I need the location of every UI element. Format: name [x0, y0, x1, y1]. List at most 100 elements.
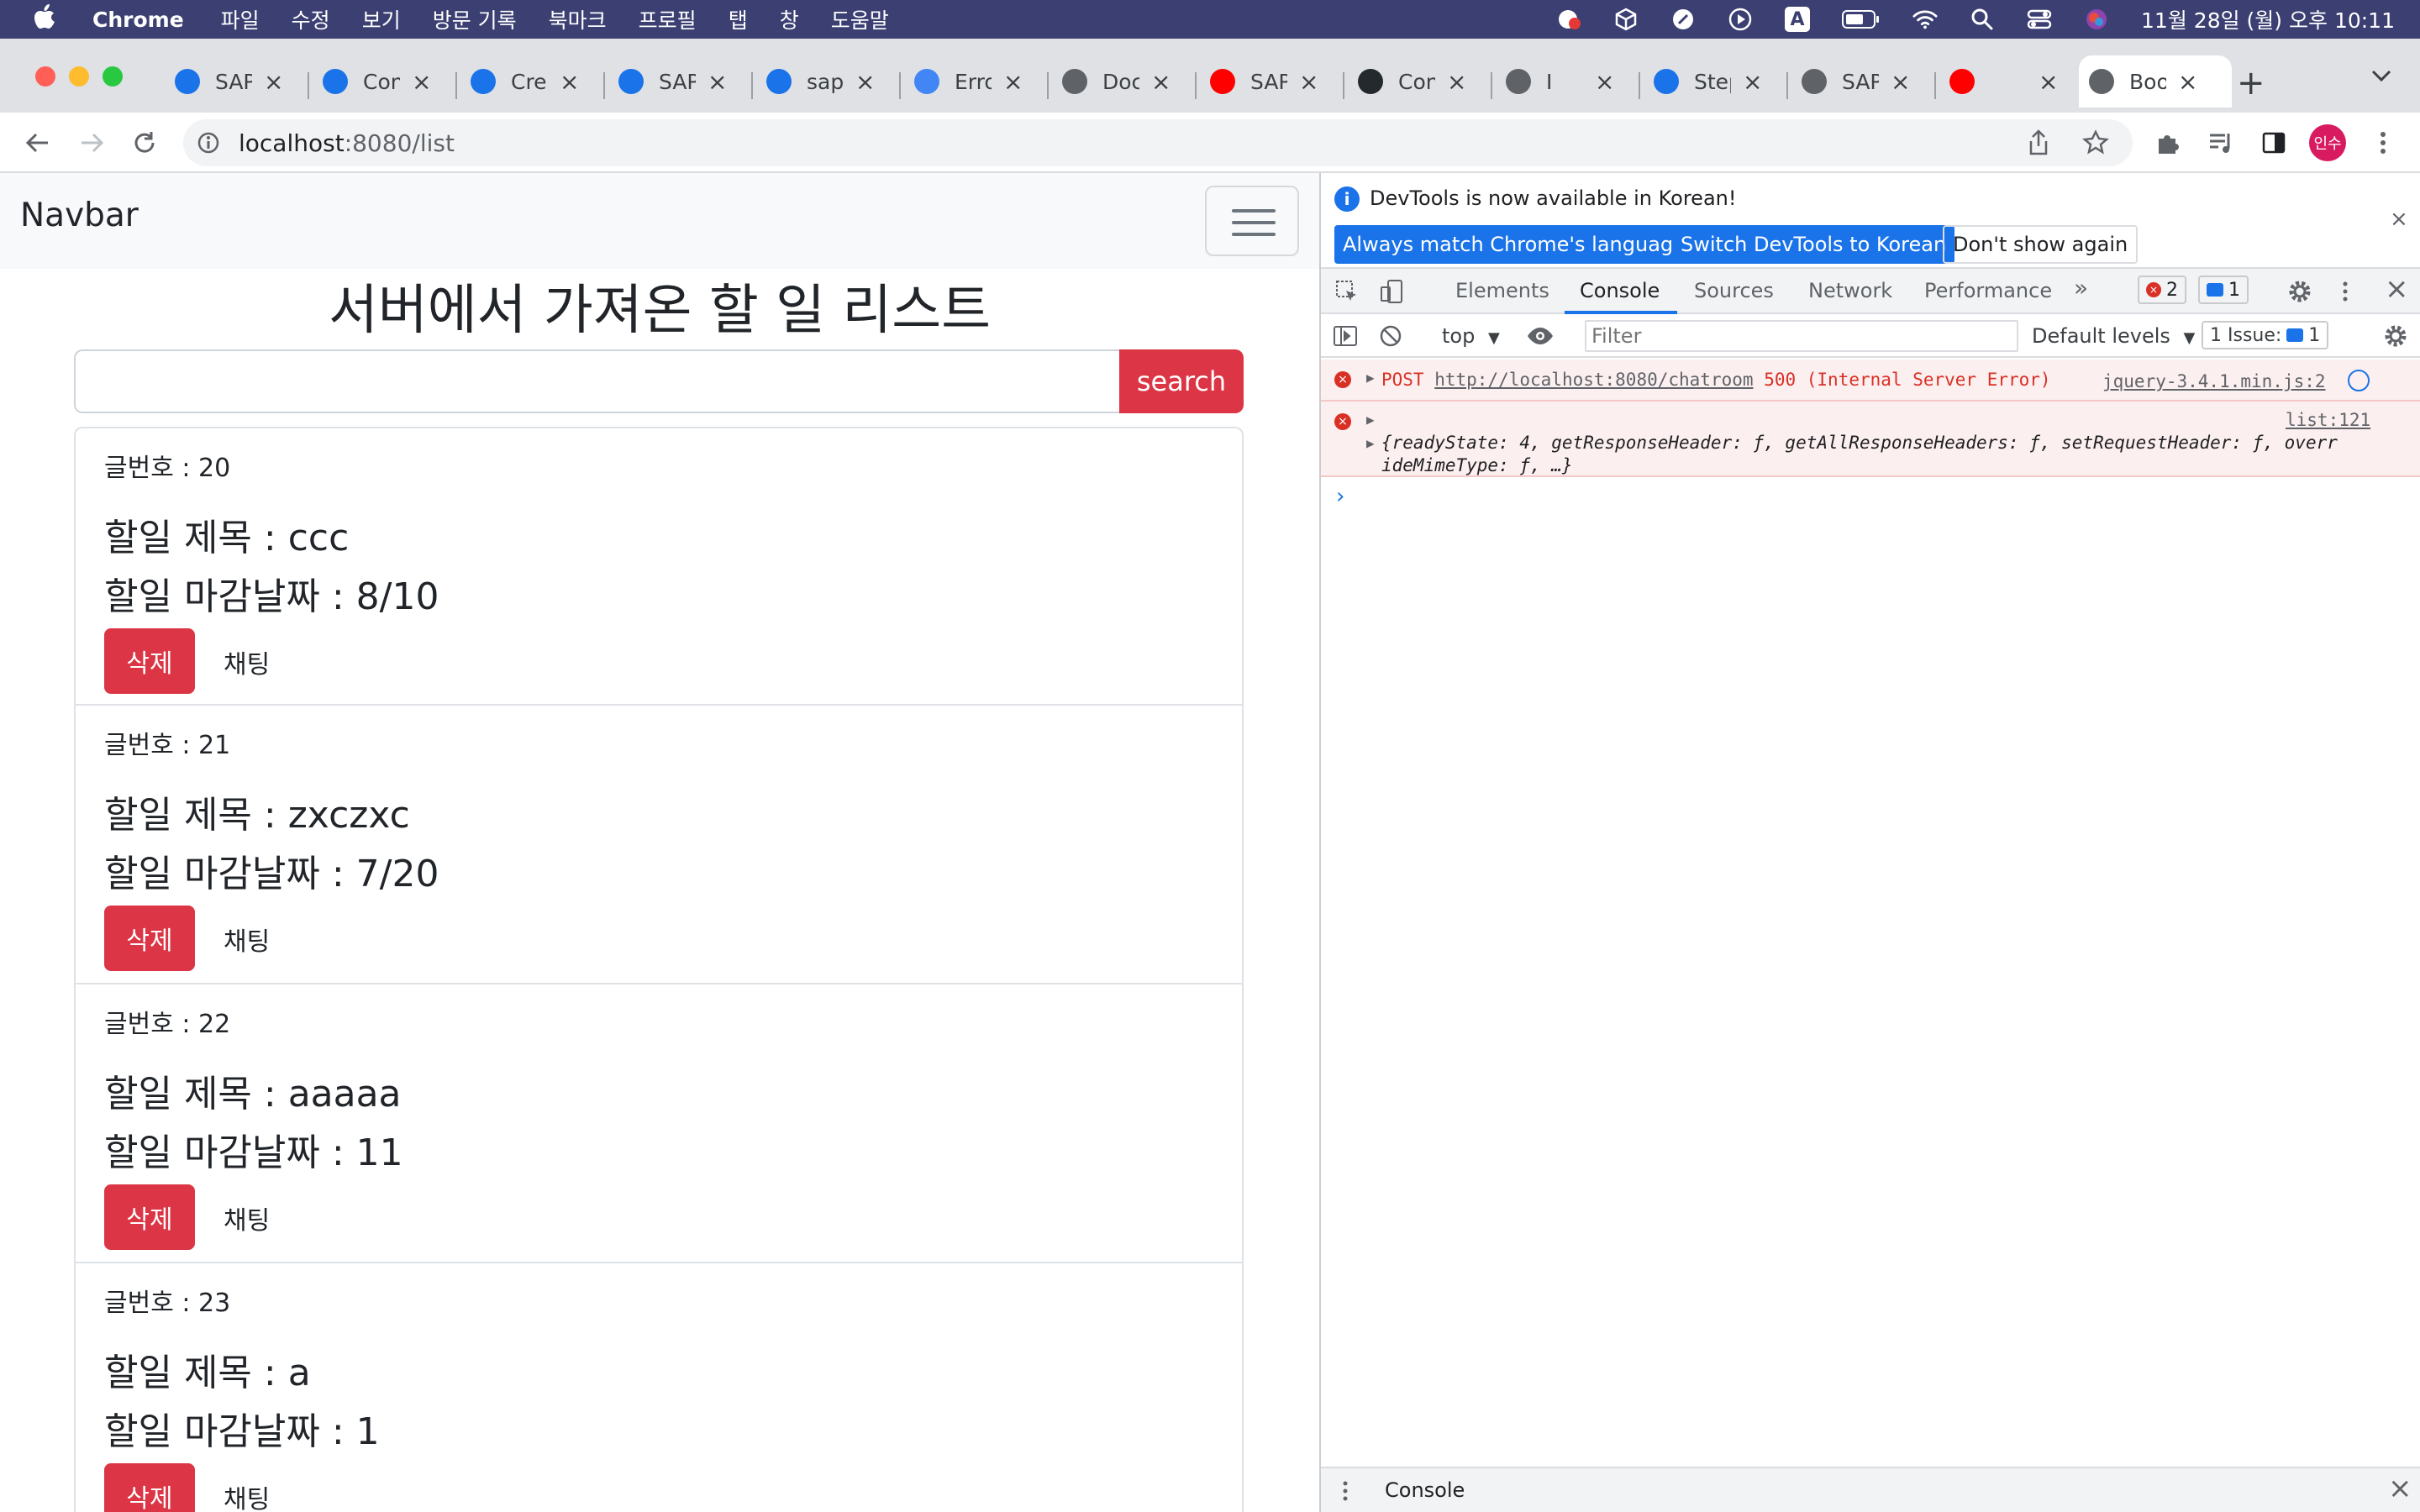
menu-app-name[interactable]: Chrome [92, 8, 184, 32]
browser-tab[interactable]: I × [1496, 55, 1624, 108]
log-levels-dropdown[interactable]: Default levels ▼ [2032, 324, 2195, 348]
close-tab-icon[interactable]: × [708, 68, 727, 96]
browser-tab[interactable]: × [1939, 55, 2068, 108]
browser-tab[interactable]: Doc × [1052, 55, 1181, 108]
navbar-brand[interactable]: Navbar [20, 197, 139, 234]
console-filter-input[interactable] [1585, 320, 2018, 352]
expand-arrow-icon[interactable]: ▶ [1366, 412, 1375, 428]
network-panel-link-icon[interactable] [2348, 370, 2370, 391]
browser-tab[interactable]: SAP × [1791, 55, 1920, 108]
request-url-link[interactable]: http://localhost:8080/chatroom [1434, 370, 1753, 390]
drawer-menu-icon[interactable] [1341, 1478, 1349, 1509]
menu-file[interactable]: 파일 [221, 4, 260, 34]
console-error-row[interactable]: × ▶ POST http://localhost:8080/chatroom … [1321, 360, 2420, 402]
delete-button[interactable]: 삭제 [104, 1184, 195, 1250]
devtools-tab-console[interactable]: Console [1580, 279, 1660, 302]
console-settings-gear-icon[interactable] [2383, 323, 2408, 354]
chat-link[interactable]: 채팅 [224, 921, 270, 958]
chat-link[interactable]: 채팅 [224, 1478, 270, 1512]
menu-edit[interactable]: 수정 [292, 4, 330, 34]
menu-view[interactable]: 보기 [362, 4, 401, 34]
side-panel-icon[interactable] [2257, 126, 2291, 160]
new-tab-button[interactable]: + [2237, 64, 2265, 102]
reload-icon[interactable] [128, 126, 161, 160]
spotlight-search-icon[interactable] [1970, 7, 1995, 32]
browser-tab[interactable]: SAP × [1200, 55, 1328, 108]
delete-button[interactable]: 삭제 [104, 906, 195, 971]
source-link[interactable]: list:121 [2286, 410, 2370, 430]
inspect-element-icon[interactable] [1334, 279, 1360, 309]
close-window-button[interactable] [35, 66, 55, 87]
expand-arrow-icon[interactable]: ▶ [1366, 435, 1375, 451]
browser-tab[interactable]: Con × [313, 55, 441, 108]
navbar-toggler-button[interactable] [1205, 186, 1299, 256]
sidebar-toggle-icon[interactable] [1333, 323, 1358, 354]
menu-tab[interactable]: 탭 [729, 4, 748, 34]
close-tab-icon[interactable]: × [2039, 68, 2058, 96]
menu-profiles[interactable]: 프로필 [639, 4, 697, 34]
control-center-icon[interactable] [2027, 7, 2052, 32]
devtools-more-options-icon[interactable] [2341, 279, 2349, 309]
close-tab-icon[interactable]: × [1743, 68, 1762, 96]
close-tab-icon[interactable]: × [1151, 68, 1171, 96]
devtools-tab-elements[interactable]: Elements [1455, 279, 1549, 302]
close-tab-icon[interactable]: × [1595, 68, 1614, 96]
close-tab-icon[interactable]: × [412, 68, 431, 96]
apple-icon[interactable] [34, 4, 55, 34]
chrome-menu-icon[interactable] [2366, 126, 2400, 160]
menu-bookmarks[interactable]: 북마크 [549, 4, 607, 34]
message-count-badge[interactable]: 1 [2198, 276, 2249, 304]
close-tab-icon[interactable]: × [855, 68, 875, 96]
xhr-object-preview[interactable]: {readyState: 4, getResponseHeader: ƒ, ge… [1381, 432, 2338, 477]
media-controls-icon[interactable] [2205, 126, 2238, 160]
delete-button[interactable]: 삭제 [104, 628, 195, 694]
site-info-icon[interactable] [197, 131, 220, 158]
browser-tab[interactable]: sape × [756, 55, 885, 108]
close-tab-icon[interactable]: × [1447, 68, 1466, 96]
siri-icon[interactable] [2084, 7, 2109, 32]
play-icon[interactable] [1728, 7, 1753, 32]
match-chrome-language-button[interactable]: Always match Chrome's language [1334, 225, 1694, 264]
close-tab-icon[interactable]: × [1299, 68, 1318, 96]
error-count-badge[interactable]: × 2 [2138, 276, 2186, 304]
minimize-window-button[interactable] [69, 66, 89, 87]
delete-button[interactable]: 삭제 [104, 1463, 195, 1512]
chat-link[interactable]: 채팅 [224, 1200, 270, 1236]
more-tabs-icon[interactable]: » [2074, 274, 2088, 302]
forward-icon[interactable] [76, 126, 109, 160]
address-bar[interactable]: localhost:8080/list [183, 119, 2133, 166]
search-input[interactable] [74, 349, 1121, 413]
close-tab-icon[interactable]: × [560, 68, 579, 96]
back-icon[interactable] [20, 126, 54, 160]
input-source-icon[interactable]: A [1785, 7, 1811, 32]
extensions-puzzle-icon[interactable] [2151, 126, 2185, 160]
package-icon[interactable] [1613, 7, 1639, 32]
devtools-tab-sources[interactable]: Sources [1694, 279, 1774, 302]
browser-tab-active[interactable]: Boo × [2079, 55, 2232, 108]
battery-icon[interactable] [1842, 7, 1881, 32]
devtools-tab-performance[interactable]: Performance [1924, 279, 2052, 302]
share-icon[interactable] [2027, 129, 2050, 160]
dont-show-again-button[interactable]: Don't show again [1943, 225, 2139, 264]
close-tab-icon[interactable]: × [264, 68, 283, 96]
tab-search-icon[interactable] [2371, 69, 2391, 86]
menu-window[interactable]: 창 [780, 4, 799, 34]
bookmark-star-icon[interactable] [2082, 129, 2109, 160]
devtools-settings-gear-icon[interactable] [2287, 279, 2312, 309]
clock[interactable]: 11월 28일 (월) 오후 10:11 [2141, 4, 2395, 34]
switch-devtools-korean-button[interactable]: Switch DevTools to Korean [1672, 225, 1955, 264]
console-prompt-icon[interactable]: › [1336, 484, 1344, 509]
drawer-tab-console[interactable]: Console [1385, 1478, 1465, 1502]
source-link[interactable]: jquery-3.4.1.min.js:2 [2102, 371, 2326, 391]
close-tab-icon[interactable]: × [2178, 68, 2197, 96]
clear-console-icon[interactable] [1378, 323, 1403, 354]
browser-tab[interactable]: Step × [1644, 55, 1772, 108]
url-text[interactable]: localhost:8080/list [239, 129, 455, 157]
devtools-tab-network[interactable]: Network [1808, 279, 1892, 302]
menu-help[interactable]: 도움말 [831, 4, 889, 34]
app-menu-icon[interactable] [1670, 7, 1696, 32]
browser-tab[interactable]: SAP × [608, 55, 737, 108]
console-error-object-row[interactable]: × ▶ list:121 ▶ {readyState: 4, getRespon… [1321, 402, 2420, 477]
close-drawer-icon[interactable]: × [2388, 1472, 2412, 1505]
expand-arrow-icon[interactable]: ▶ [1366, 370, 1375, 386]
